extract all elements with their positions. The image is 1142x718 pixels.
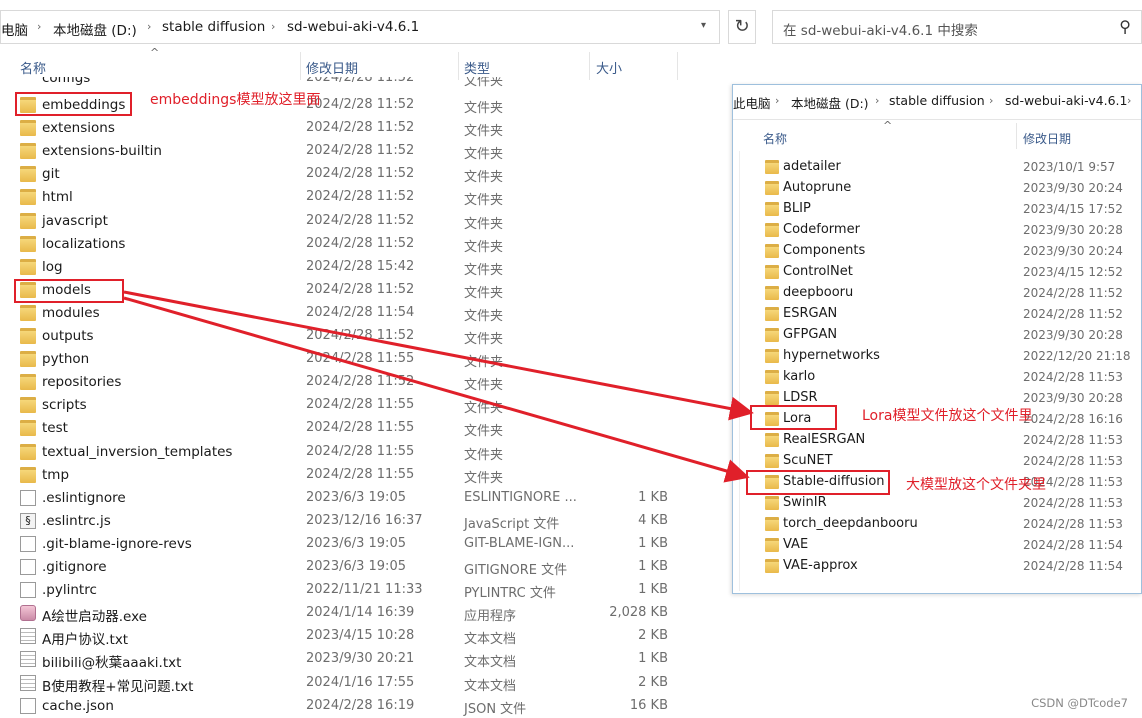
- annotation-arrows: [123, 290, 754, 483]
- arrow-to-lora: [123, 290, 754, 421]
- arrow-to-stable-diffusion: [123, 296, 750, 483]
- watermark: CSDN @DTcode7: [1031, 696, 1128, 710]
